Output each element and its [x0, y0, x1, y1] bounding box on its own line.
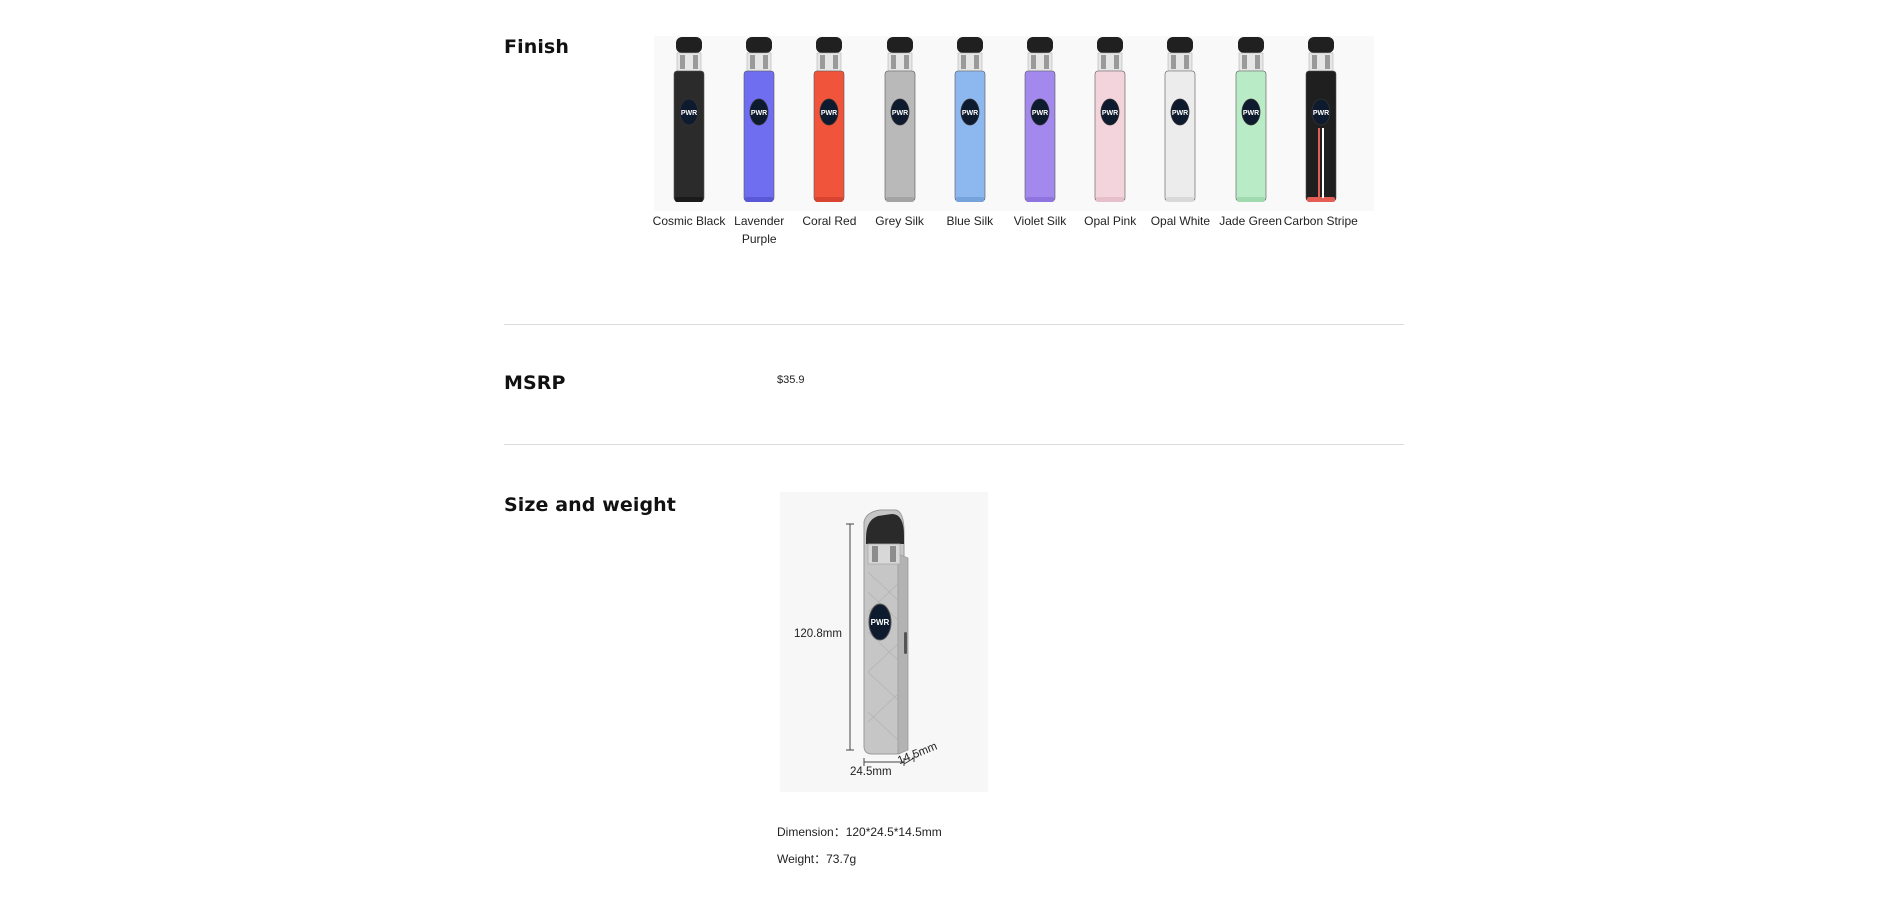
finish-swatch-label: Carbon Stripe [1283, 214, 1358, 228]
product-spec-page: Finish PWR Cosmic Black PWR Lavender Purple… [0, 0, 1890, 904]
finish-heading: Finish [504, 36, 569, 58]
finish-swatch[interactable]: PWR Opal White [1145, 36, 1215, 228]
finish-swatch[interactable]: PWR Carbon Stripe [1284, 36, 1358, 228]
device-image: PWR [1145, 36, 1215, 204]
device-image: PWR [935, 36, 1005, 204]
msrp-heading: MSRP [504, 372, 566, 394]
finish-swatch[interactable]: PWR Lavender Purple [724, 36, 794, 246]
device-dimension-illustration: PWR [846, 509, 915, 766]
finish-swatch[interactable]: PWR Coral Red [794, 36, 864, 228]
svg-text:PWR: PWR [821, 110, 837, 117]
height-dimension-label: 120.8mm [794, 628, 842, 640]
svg-text:PWR: PWR [891, 110, 907, 117]
device-image: PWR [1286, 36, 1356, 204]
device-image: PWR [1216, 36, 1286, 204]
svg-text:PWR: PWR [1313, 110, 1329, 117]
finish-swatch-list: PWR Cosmic Black PWR Lavender Purple PWR Cora… [653, 36, 1374, 246]
svg-text:PWR: PWR [1242, 110, 1258, 117]
svg-text:PWR: PWR [1172, 110, 1188, 117]
dimension-spec: Dimension：120*24.5*14.5mm [777, 825, 942, 839]
svg-text:PWR: PWR [871, 618, 890, 627]
finish-swatch[interactable]: PWR Grey Silk [865, 36, 935, 228]
svg-text:PWR: PWR [1032, 110, 1048, 117]
finish-swatch[interactable]: PWR Opal Pink [1075, 36, 1145, 228]
device-image: PWR [724, 36, 794, 204]
finish-swatch[interactable]: PWR Blue Silk [935, 36, 1005, 228]
size-weight-heading: Size and weight [504, 494, 676, 516]
section-divider [504, 444, 1404, 445]
device-image: PWR [654, 36, 724, 204]
size-diagram: PWR [780, 492, 988, 792]
finish-swatch[interactable]: PWR Jade Green [1216, 36, 1286, 228]
section-divider [504, 324, 1404, 325]
device-image: PWR [1075, 36, 1145, 204]
device-image: PWR [1005, 36, 1075, 204]
finish-swatch[interactable]: PWR Cosmic Black [653, 36, 725, 228]
weight-spec: Weight：73.7g [777, 852, 857, 866]
finish-swatch[interactable]: PWR Violet Silk [1005, 36, 1075, 228]
device-image: PWR [794, 36, 864, 204]
msrp-price: $35.9 [777, 374, 805, 386]
svg-text:PWR: PWR [962, 110, 978, 117]
svg-text:PWR: PWR [751, 110, 767, 117]
svg-text:PWR: PWR [1102, 110, 1118, 117]
width-dimension-label: 24.5mm [850, 766, 892, 778]
device-image: PWR [865, 36, 935, 204]
svg-text:PWR: PWR [681, 110, 697, 117]
